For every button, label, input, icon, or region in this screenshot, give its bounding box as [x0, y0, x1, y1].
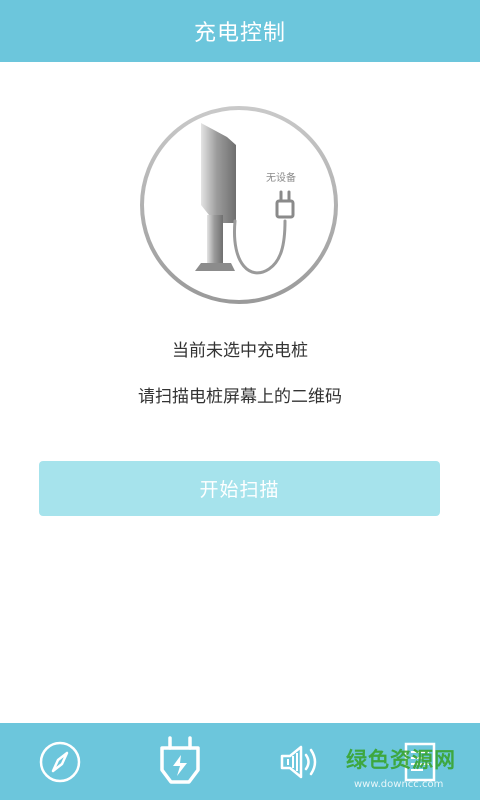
- tab-sound[interactable]: [240, 723, 360, 800]
- title-bar: 充电控制: [0, 0, 480, 62]
- page-title: 充电控制: [193, 21, 286, 46]
- watermark-url: www.downcc.com: [354, 779, 444, 790]
- scan-instruction-text: 请扫描电桩屏幕上的二维码: [138, 387, 342, 407]
- tab-explore[interactable]: [0, 723, 120, 800]
- compass-icon: [39, 741, 81, 782]
- start-scan-button[interactable]: 开始扫描: [39, 461, 440, 516]
- charging-pile-icon: 无设备: [140, 106, 338, 304]
- device-status-badge: 无设备: [266, 171, 296, 184]
- no-pile-selected-text: 当前未选中充电桩: [172, 341, 308, 361]
- no-device-illustration: 无设备: [139, 105, 339, 305]
- watermark-text: 绿色资源网: [346, 748, 456, 772]
- speaker-icon: [280, 745, 317, 778]
- tab-charging[interactable]: [120, 723, 240, 800]
- charger-plug-icon: [160, 735, 200, 784]
